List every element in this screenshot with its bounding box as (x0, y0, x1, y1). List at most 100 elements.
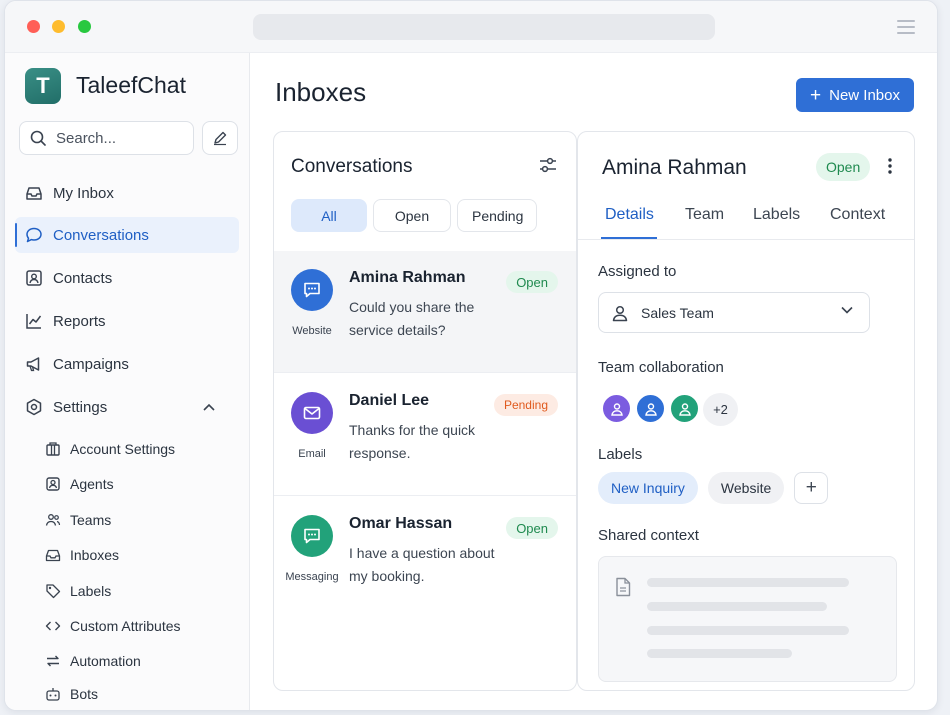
nav-reports[interactable]: Reports (15, 303, 239, 339)
plus-icon: + (810, 84, 822, 106)
sidebar: T TaleefChat My Inbox Conversations Cont… (5, 53, 250, 710)
nav-my-inbox[interactable]: My Inbox (15, 175, 239, 211)
more-options-icon[interactable] (887, 157, 893, 175)
filter-sliders-icon[interactable] (538, 156, 558, 174)
chevron-up-icon[interactable] (203, 403, 215, 411)
conversation-item[interactable]: Messaging Omar Hassan I have a question … (274, 497, 576, 619)
nav-label: My Inbox (53, 184, 114, 202)
label-chip[interactable]: Website (707, 472, 785, 504)
close-window-button[interactable] (27, 20, 40, 33)
chat-icon (304, 282, 320, 298)
chat-icon (304, 528, 320, 544)
avatar[interactable] (635, 393, 666, 424)
avatar (291, 392, 333, 434)
envelope-icon (303, 406, 321, 420)
sidebar-item-label: Bots (70, 686, 99, 702)
contact-name: Daniel Lee (349, 392, 430, 409)
avatar[interactable] (601, 393, 632, 424)
tag-icon (46, 584, 61, 599)
search-box[interactable] (19, 121, 194, 155)
code-brackets-icon (45, 621, 61, 631)
maximize-window-button[interactable] (78, 20, 91, 33)
avatar (291, 269, 333, 311)
placeholder-line (647, 649, 792, 658)
details-tabs: Details Team Labels Context (578, 194, 914, 240)
new-inbox-button[interactable]: + New Inbox (796, 78, 914, 112)
sidebar-item-agents[interactable]: Agents (45, 469, 114, 499)
contact-name: Omar Hassan (349, 515, 453, 532)
line-chart-icon (26, 314, 42, 329)
shared-context-label: Shared context (598, 527, 699, 544)
avatar[interactable] (669, 393, 700, 424)
building-icon (46, 442, 60, 456)
conversations-panel: Conversations All Open Pending Website A… (273, 131, 577, 691)
contact-name: Amina Rahman (349, 269, 466, 286)
filter-tab-open[interactable]: Open (373, 199, 451, 232)
document-icon (616, 577, 631, 597)
new-inbox-label: New Inbox (829, 86, 900, 104)
compose-button[interactable] (202, 121, 238, 155)
hamburger-menu-icon[interactable] (897, 20, 915, 34)
message-preview: Thanks for the quick response. (349, 422, 476, 461)
team-members: +2 (601, 393, 738, 426)
team-icon (45, 514, 61, 526)
placeholder-line (647, 626, 849, 635)
placeholder-line (647, 602, 827, 611)
status-badge: Pending (493, 394, 558, 416)
active-tab-indicator (601, 237, 657, 239)
sidebar-item-label: Teams (70, 512, 112, 528)
channel-label: Website (292, 325, 332, 337)
channel-label: Messaging (285, 571, 339, 583)
nav-label: Contacts (53, 269, 113, 287)
tab-team[interactable]: Team (685, 206, 724, 224)
labels-list: New Inquiry Website + (598, 472, 829, 504)
team-collaboration-label: Team collaboration (598, 359, 724, 376)
status-badge: Open (506, 517, 558, 539)
swap-arrows-icon (47, 655, 59, 667)
conversation-filter-tabs: All Open Pending (291, 199, 537, 232)
assignee-select[interactable]: Sales Team (598, 292, 870, 333)
filter-tab-all[interactable]: All (291, 199, 367, 232)
status-badge: Open (816, 153, 871, 181)
inbox-icon (45, 549, 61, 562)
tab-labels[interactable]: Labels (753, 206, 800, 224)
gear-icon (26, 398, 42, 416)
nav-contacts[interactable]: Contacts (15, 260, 239, 296)
bot-icon (46, 688, 60, 701)
nav-campaigns[interactable]: Campaigns (15, 346, 239, 382)
sidebar-item-teams[interactable]: Teams (45, 505, 111, 535)
search-icon (30, 130, 46, 146)
search-input[interactable] (56, 129, 176, 147)
conversation-item[interactable]: Email Daniel Lee Thanks for the quick re… (274, 374, 576, 496)
page-title: Inboxes (275, 77, 367, 107)
sidebar-item-account-settings[interactable]: Account Settings (45, 434, 175, 464)
nav-label: Conversations (53, 226, 149, 244)
add-label-button[interactable]: + (794, 472, 829, 504)
sidebar-item-inboxes[interactable]: Inboxes (45, 540, 119, 570)
minimize-window-button[interactable] (52, 20, 65, 33)
sidebar-item-label: Agents (70, 476, 114, 492)
address-bar[interactable] (253, 14, 715, 40)
nav-settings[interactable]: Settings (15, 389, 239, 425)
filter-tab-pending[interactable]: Pending (457, 199, 537, 232)
chat-bubble-icon (26, 227, 42, 243)
sidebar-item-custom-attributes[interactable]: Custom Attributes (45, 611, 181, 641)
conversations-title: Conversations (291, 156, 413, 177)
tab-details[interactable]: Details (605, 206, 654, 224)
conversation-item[interactable]: Website Amina Rahman Could you share the… (274, 251, 576, 373)
nav-conversations[interactable]: Conversations (15, 217, 239, 253)
sidebar-item-bots[interactable]: Bots (45, 679, 98, 709)
more-members-count[interactable]: +2 (703, 393, 738, 426)
brand-name: TaleefChat (76, 72, 186, 98)
status-badge: Open (506, 271, 558, 293)
sidebar-item-label: Labels (70, 583, 112, 599)
sidebar-item-automation[interactable]: Automation (45, 646, 141, 676)
tab-context[interactable]: Context (830, 206, 885, 224)
label-chip[interactable]: New Inquiry (598, 472, 698, 504)
sidebar-item-labels[interactable]: Labels (45, 576, 111, 606)
labels-heading: Labels (598, 446, 643, 463)
nav-label: Reports (53, 312, 106, 330)
app-logo: T (25, 68, 61, 104)
sidebar-item-label: Account Settings (70, 441, 176, 457)
message-preview: Could you share the service details? (349, 299, 475, 338)
